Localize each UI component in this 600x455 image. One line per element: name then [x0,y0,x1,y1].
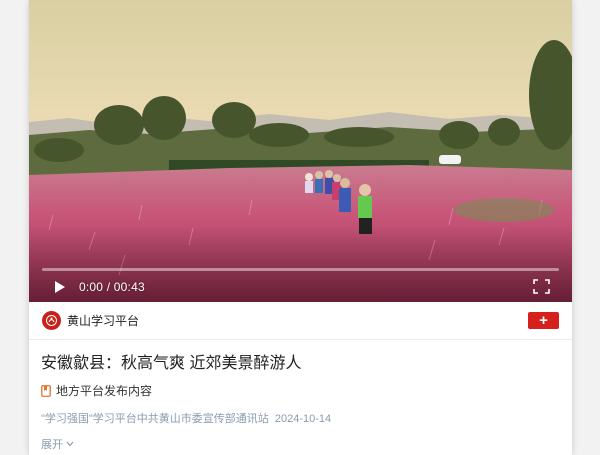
chevron-down-icon [66,441,74,447]
bookmark-icon [41,384,51,397]
article-card: 0:00 / 00:43 黄山学习平台 + 安徽歙县：秋高气爽 近郊美景醉游人 [29,0,572,455]
play-icon [55,281,65,293]
duration: 00:43 [113,280,145,294]
expand-button[interactable]: 展开 [41,436,74,452]
channel-logo-icon[interactable] [42,311,61,330]
channel-bar: 黄山学习平台 + [29,302,572,340]
expand-label: 展开 [41,439,63,451]
article-meta: "学习强国"学习平台中共黄山市委宣传部通讯站 2024-10-14 [41,410,560,426]
source-label: 地方平台发布内容 [56,384,153,398]
play-button[interactable] [51,278,69,296]
article-info: 安徽歙县：秋高气爽 近郊美景醉游人 地方平台发布内容 "学习强国"学习平台中共黄… [29,340,572,453]
progress-bar[interactable] [42,268,559,271]
fullscreen-icon [533,279,550,294]
video-player[interactable]: 0:00 / 00:43 [29,0,572,302]
meta-date: 2024-10-14 [274,413,332,425]
follow-button[interactable]: + [528,312,559,329]
meta-platform: "学习强国"学习平台中共黄山市委宣传部通讯站 [41,413,269,425]
time-display: 0:00 / 00:43 [79,279,145,295]
time-separator: / [106,280,111,294]
current-time: 0:00 [79,280,104,294]
article-title: 安徽歙县：秋高气爽 近郊美景醉游人 [41,355,302,372]
fullscreen-button[interactable] [533,279,550,294]
video-frame [29,0,572,302]
channel-name[interactable]: 黄山学习平台 [67,312,139,329]
source-row: 地方平台发布内容 [41,382,560,399]
